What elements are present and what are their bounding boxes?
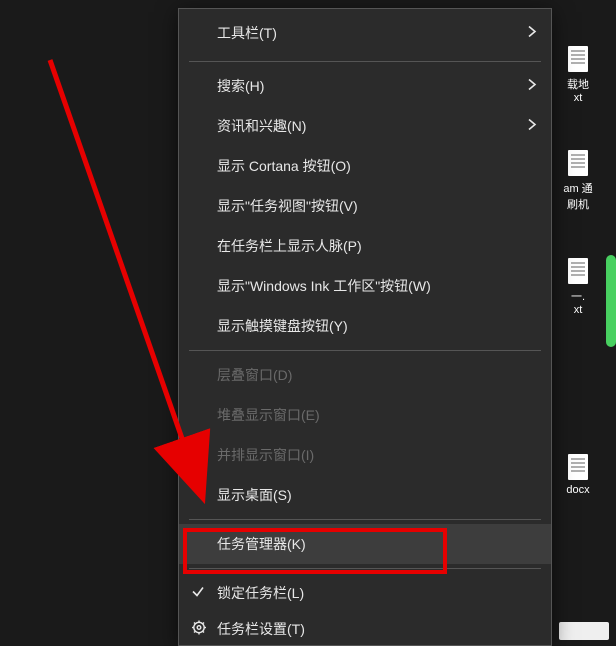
- scrollbar-thumb[interactable]: [606, 255, 616, 347]
- menu-people[interactable]: 在任务栏上显示人脉(P): [179, 226, 551, 266]
- file-label: docx: [553, 484, 603, 496]
- menu-stack: 堆叠显示窗口(E): [179, 395, 551, 435]
- menu-label: 搜索(H): [217, 76, 513, 96]
- file-label-line2: xt: [553, 92, 603, 104]
- menu-label: 锁定任务栏(L): [217, 583, 513, 603]
- menu-separator: [189, 568, 541, 569]
- menu-taskmanager[interactable]: 任务管理器(K): [179, 524, 551, 564]
- desktop-file-4[interactable]: docx: [553, 454, 603, 496]
- menu-label: 显示"Windows Ink 工作区"按钮(W): [217, 276, 513, 296]
- gear-icon: [191, 620, 207, 639]
- file-label-line1: am 通: [553, 180, 603, 196]
- menu-label: 层叠窗口(D): [217, 365, 513, 385]
- chevron-right-icon: [527, 25, 537, 42]
- menu-separator: [189, 350, 541, 351]
- menu-label: 在任务栏上显示人脉(P): [217, 236, 513, 256]
- file-label-line2: xt: [553, 304, 603, 316]
- file-label-line1: 一.: [553, 288, 603, 304]
- menu-search[interactable]: 搜索(H): [179, 66, 551, 106]
- menu-label: 显示"任务视图"按钮(V): [217, 196, 513, 216]
- file-label-line1: 载地: [553, 76, 603, 92]
- menu-label: 工具栏(T): [217, 23, 513, 43]
- menu-label: 任务管理器(K): [217, 534, 513, 554]
- menu-separator: [189, 519, 541, 520]
- chevron-right-icon: [527, 78, 537, 95]
- menu-label: 堆叠显示窗口(E): [217, 405, 513, 425]
- desktop-file-3[interactable]: 一. xt: [553, 258, 603, 316]
- menu-touchkb[interactable]: 显示触摸键盘按钮(Y): [179, 306, 551, 346]
- taskbar-context-menu: 工具栏(T) 搜索(H) 资讯和兴趣(N) 显示 Cortana 按钮(O) 显…: [178, 8, 552, 646]
- desktop-file-1[interactable]: 载地 xt: [553, 46, 603, 104]
- menu-toolbar[interactable]: 工具栏(T): [179, 9, 551, 57]
- desktop-file-2[interactable]: am 通 刷机: [553, 150, 603, 212]
- chevron-right-icon: [527, 118, 537, 135]
- file-icon: [568, 454, 588, 480]
- menu-taskbar-settings[interactable]: 任务栏设置(T): [179, 613, 551, 645]
- file-icon: [568, 258, 588, 284]
- check-icon: [191, 585, 205, 602]
- menu-lock-taskbar[interactable]: 锁定任务栏(L): [179, 573, 551, 613]
- menu-label: 显示触摸键盘按钮(Y): [217, 316, 513, 336]
- menu-label: 并排显示窗口(I): [217, 445, 513, 465]
- menu-ink[interactable]: 显示"Windows Ink 工作区"按钮(W): [179, 266, 551, 306]
- menu-label: 显示桌面(S): [217, 485, 513, 505]
- menu-showdesktop[interactable]: 显示桌面(S): [179, 475, 551, 515]
- menu-separator: [189, 61, 541, 62]
- menu-sidebyside: 并排显示窗口(I): [179, 435, 551, 475]
- menu-cascade: 层叠窗口(D): [179, 355, 551, 395]
- menu-label: 任务栏设置(T): [217, 619, 513, 639]
- menu-label: 显示 Cortana 按钮(O): [217, 156, 513, 176]
- menu-label: 资讯和兴趣(N): [217, 116, 513, 136]
- menu-cortana[interactable]: 显示 Cortana 按钮(O): [179, 146, 551, 186]
- menu-news[interactable]: 资讯和兴趣(N): [179, 106, 551, 146]
- file-icon: [568, 46, 588, 72]
- taskbar-item[interactable]: [559, 622, 609, 640]
- file-icon: [568, 150, 588, 176]
- file-label-line2: 刷机: [553, 196, 603, 212]
- menu-taskview[interactable]: 显示"任务视图"按钮(V): [179, 186, 551, 226]
